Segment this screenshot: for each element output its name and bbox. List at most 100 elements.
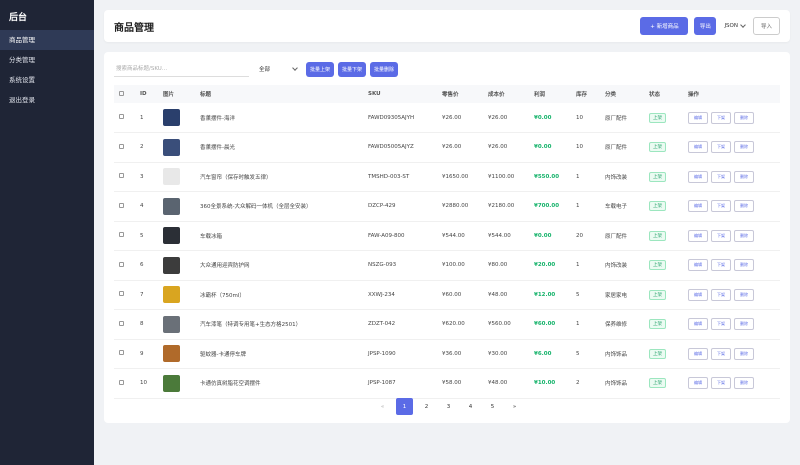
checkbox[interactable] [119, 90, 124, 96]
header-select-all[interactable] [114, 85, 140, 103]
edit-button[interactable]: 编辑 [688, 377, 708, 390]
format-select[interactable]: JSON [722, 22, 747, 29]
delete-button[interactable]: 删除 [734, 170, 754, 183]
off-shelf-button[interactable]: 下架 [711, 200, 731, 213]
sidebar-item-categories[interactable]: 分类管理 [0, 50, 94, 70]
next-page-button[interactable]: » [506, 398, 523, 415]
row-select[interactable] [114, 309, 140, 340]
batch-actions: 批量上架 批量下架 批量删除 [306, 61, 399, 77]
cell-category: 内饰饰品 [605, 339, 649, 369]
page-button[interactable]: 1 [396, 398, 413, 415]
page-button[interactable]: 5 [484, 398, 501, 415]
cell-image [163, 191, 200, 222]
checkbox[interactable] [119, 291, 124, 297]
checkbox[interactable] [119, 232, 124, 238]
off-shelf-button[interactable]: 下架 [711, 229, 731, 242]
cell-retail-price: ¥620.00 [442, 309, 488, 340]
batch-on-shelf-button[interactable]: 批量上架 [306, 61, 335, 77]
off-shelf-button[interactable]: 下架 [711, 318, 731, 331]
checkbox[interactable] [119, 350, 124, 356]
cell-sku: DZCP-429 [368, 191, 442, 222]
export-button[interactable]: 导出 [694, 17, 717, 35]
row-select[interactable] [114, 191, 140, 222]
checkbox[interactable] [119, 261, 124, 267]
batch-delete-button[interactable]: 批量删除 [370, 61, 399, 77]
off-shelf-button[interactable]: 下架 [711, 347, 731, 360]
edit-button[interactable]: 编辑 [688, 200, 708, 213]
product-table: ID 图片 标题 SKU 零售价 成本价 利润 库存 分类 状态 操作 1 香薰摆… [114, 85, 780, 399]
edit-button[interactable]: 编辑 [688, 111, 708, 124]
cell-status: 上架 [649, 250, 688, 281]
checkbox[interactable] [119, 143, 124, 149]
row-select[interactable] [114, 221, 140, 251]
cell-cost-price: ¥1100.00 [488, 162, 534, 192]
row-select[interactable] [114, 103, 140, 133]
cell-id: 1 [140, 103, 163, 133]
off-shelf-button[interactable]: 下架 [711, 141, 731, 154]
page-button[interactable]: 2 [418, 398, 435, 415]
edit-button[interactable]: 编辑 [688, 288, 708, 301]
row-select[interactable] [114, 339, 140, 369]
row-select[interactable] [114, 250, 140, 281]
off-shelf-button[interactable]: 下架 [711, 259, 731, 272]
format-select-value: JSON [724, 23, 738, 29]
delete-button[interactable]: 删除 [734, 111, 754, 124]
edit-button[interactable]: 编辑 [688, 347, 708, 360]
cell-stock: 20 [576, 221, 605, 251]
cell-image [163, 368, 200, 399]
edit-button[interactable]: 编辑 [688, 259, 708, 272]
product-card: 全部 批量上架 批量下架 批量删除 ID 图片 标题 [104, 52, 790, 423]
status-filter-select[interactable]: 全部 [259, 61, 299, 77]
checkbox[interactable] [119, 114, 124, 119]
add-product-button[interactable]: + 新增商品 [640, 17, 689, 35]
column-header: 操作 [688, 85, 780, 103]
delete-button[interactable]: 删除 [734, 259, 754, 272]
cell-status: 上架 [649, 309, 688, 340]
delete-button[interactable]: 删除 [734, 377, 754, 390]
page-button[interactable]: 3 [440, 398, 457, 415]
off-shelf-button[interactable]: 下架 [711, 111, 731, 124]
page-button[interactable]: 4 [462, 398, 479, 415]
off-shelf-button[interactable]: 下架 [711, 170, 731, 183]
edit-button[interactable]: 编辑 [688, 318, 708, 331]
delete-button[interactable]: 删除 [734, 229, 754, 242]
row-select[interactable] [114, 162, 140, 192]
delete-button[interactable]: 删除 [734, 347, 754, 360]
import-button[interactable]: 导入 [753, 17, 780, 35]
row-select[interactable] [114, 368, 140, 399]
product-thumbnail [163, 109, 180, 126]
checkbox[interactable] [119, 173, 124, 179]
cell-id: 3 [140, 162, 163, 192]
row-select[interactable] [114, 132, 140, 163]
prev-page-button[interactable]: « [374, 398, 391, 415]
row-select[interactable] [114, 280, 140, 310]
cell-actions: 编辑 下架 删除 [688, 191, 780, 222]
sidebar-item-settings[interactable]: 系统设置 [0, 70, 94, 90]
sidebar-item-logout[interactable]: 退出登录 [0, 90, 94, 110]
product-thumbnail [163, 315, 180, 333]
delete-button[interactable]: 删除 [734, 200, 754, 213]
cell-sku: NSZG-093 [368, 250, 442, 281]
cell-category: 家居家电 [605, 280, 649, 310]
off-shelf-button[interactable]: 下架 [711, 288, 731, 301]
cell-title: 卡通仿真树脂花空调摆件 [200, 368, 368, 399]
checkbox[interactable] [119, 379, 124, 385]
edit-button[interactable]: 编辑 [688, 141, 708, 154]
cell-title: 香薰摆件-海洋 [200, 103, 368, 133]
search-input[interactable] [114, 61, 249, 77]
batch-off-shelf-button[interactable]: 批量下架 [338, 61, 367, 77]
sidebar-item-products[interactable]: 商品管理 [0, 30, 94, 50]
off-shelf-button[interactable]: 下架 [711, 377, 731, 390]
checkbox[interactable] [119, 202, 124, 208]
table-row: 6 大众通用迎宾防护网 NSZG-093 ¥100.00 ¥80.00 ¥20.00 1 内饰… [114, 250, 780, 281]
delete-button[interactable]: 删除 [734, 141, 754, 154]
edit-button[interactable]: 编辑 [688, 170, 708, 183]
chevron-down-icon [292, 65, 298, 71]
checkbox[interactable] [119, 320, 124, 326]
edit-button[interactable]: 编辑 [688, 229, 708, 242]
column-header: 零售价 [442, 85, 488, 103]
delete-button[interactable]: 删除 [734, 288, 754, 301]
delete-button[interactable]: 删除 [734, 318, 754, 331]
cell-title: 冰霸杯（750ml） [200, 280, 368, 310]
product-thumbnail [163, 345, 180, 363]
